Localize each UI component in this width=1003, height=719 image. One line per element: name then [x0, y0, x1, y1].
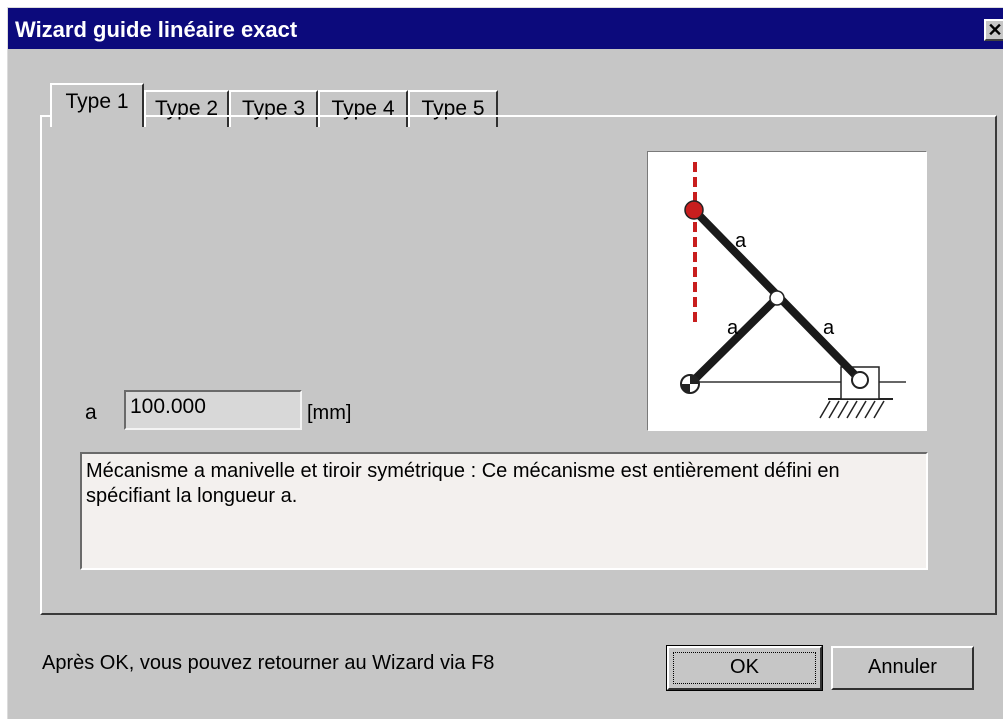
mechanism-diagram-svg: a a a — [680, 162, 906, 419]
param-label: a — [85, 401, 97, 424]
mechanism-diagram: a a a — [647, 151, 927, 431]
crank-link — [686, 296, 779, 388]
focus-rect — [673, 652, 816, 684]
description-box: Mécanisme a manivelle et tiroir symétriq… — [80, 452, 928, 570]
middle-joint — [769, 290, 785, 306]
link-label-a: a — [823, 317, 835, 339]
window-title: Wizard guide linéaire exact — [15, 17, 298, 42]
slider-hatch — [819, 400, 885, 419]
tab-type-1[interactable]: Type 1 — [50, 83, 144, 127]
footer-note: Après OK, vous pouvez retourner au Wizar… — [42, 652, 495, 674]
tab-label: Type 1 — [65, 90, 129, 113]
fixed-pivot-fill — [681, 384, 690, 393]
link-label-a: a — [735, 230, 747, 252]
cancel-button[interactable]: Annuler — [831, 646, 974, 690]
close-icon[interactable]: ✕ — [984, 19, 1003, 41]
tracer-point — [684, 200, 704, 220]
length-a-input[interactable]: 100.000 — [124, 390, 302, 430]
link-label-a: a — [727, 317, 739, 339]
ok-button[interactable]: OK — [666, 645, 823, 691]
title-bar[interactable]: Wizard guide linéaire exact ✕ — [8, 8, 1003, 49]
cancel-label: Annuler — [868, 656, 937, 678]
unit-label: [mm] — [307, 402, 352, 424]
slider-joint — [851, 371, 869, 389]
